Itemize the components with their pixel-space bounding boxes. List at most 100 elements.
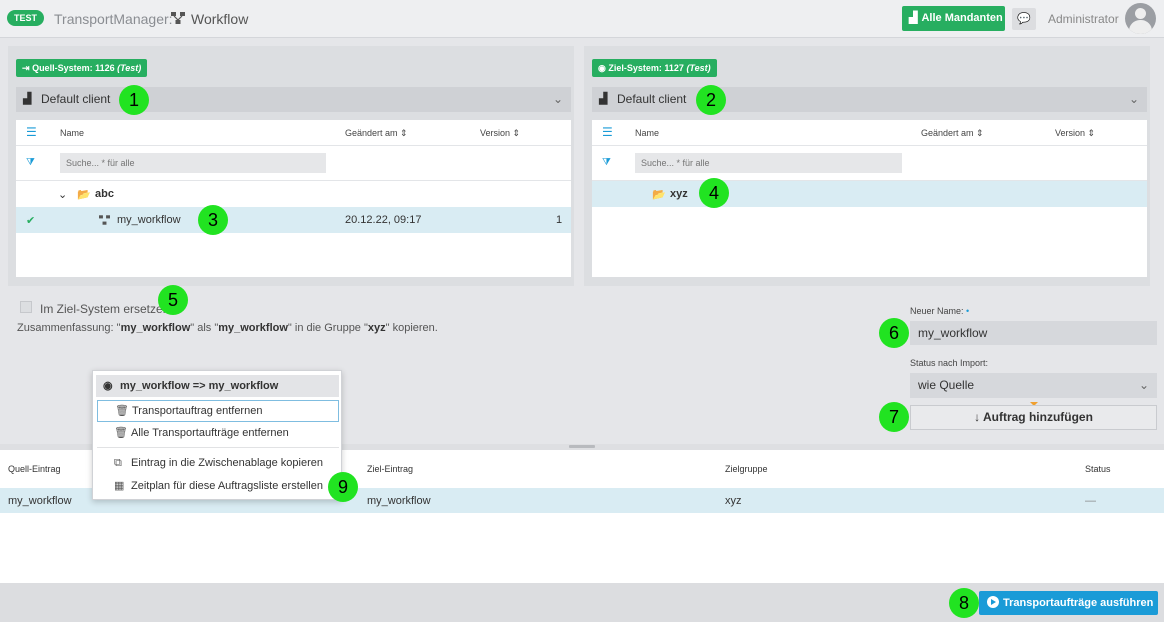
- marker-6: 6: [879, 318, 909, 348]
- marker-1: 1: [119, 85, 149, 115]
- check-icon: ✔: [26, 215, 36, 227]
- column-changed[interactable]: Geändert am ⇕: [345, 128, 408, 139]
- chevron-down-icon: ⌄: [1138, 378, 1149, 392]
- context-menu-title: ◉ my_workflow => my_workflow: [96, 375, 339, 397]
- menu-separator: [97, 447, 339, 448]
- target-table: ☰ Name Geändert am ⇕ Version ⇕ ⧩ 📂 xyz: [592, 120, 1147, 277]
- column-menu-icon[interactable]: ☰: [26, 125, 37, 139]
- source-system-suffix: (Test): [117, 63, 142, 73]
- source-panel: ⇥ Quell-System: 1126 (Test) ▟ Default cl…: [8, 46, 574, 286]
- filter-row: ⧩: [592, 146, 1147, 181]
- new-name-input[interactable]: [910, 321, 1157, 345]
- filter-icon[interactable]: ⧩: [26, 157, 35, 168]
- column-version[interactable]: Version ⇕: [1055, 128, 1095, 139]
- avatar[interactable]: [1125, 3, 1156, 34]
- source-system-label: Quell-System: 1126: [32, 63, 115, 73]
- chat-icon: 💬: [1017, 13, 1031, 25]
- job-status: —: [1085, 495, 1096, 507]
- table-header: ☰ Name Geändert am ⇕ Version ⇕: [592, 120, 1147, 146]
- table-row[interactable]: ✔ my_workflow 20.12.22, 09:17 1: [16, 207, 571, 233]
- item-name: my_workflow: [117, 214, 181, 226]
- target-search-input[interactable]: [635, 153, 902, 173]
- column-name[interactable]: Name: [60, 128, 84, 138]
- export-icon: ⇥: [22, 63, 30, 73]
- chevron-down-icon[interactable]: ⌄: [58, 188, 67, 201]
- job-group: xyz: [725, 495, 742, 507]
- chevron-down-icon: ⌄: [552, 92, 563, 106]
- summary-text: Zusammenfassung: "my_workflow" als "my_w…: [17, 322, 438, 334]
- user-name[interactable]: Administrator: [1048, 12, 1119, 26]
- source-table: ☰ Name Geändert am ⇕ Version ⇕ ⧩ ⌄ 📂 abc…: [16, 120, 571, 277]
- marker-5: 5: [158, 285, 188, 315]
- item-changed: 20.12.22, 09:17: [345, 214, 422, 226]
- column-version[interactable]: Version ⇕: [480, 128, 520, 139]
- add-job-button[interactable]: ↓ Auftrag hinzufügen: [910, 405, 1157, 430]
- filter-icon[interactable]: ⧩: [602, 157, 611, 168]
- target-client-select[interactable]: ▟ Default client ⌄: [592, 87, 1147, 112]
- play-icon: [987, 596, 999, 608]
- status-value: wie Quelle: [918, 378, 975, 392]
- all-clients-button[interactable]: ▟ Alle Mandanten: [902, 6, 1005, 31]
- source-search-input[interactable]: [60, 153, 326, 173]
- chat-button[interactable]: 💬: [1012, 8, 1036, 30]
- tree-group-row[interactable]: 📂 xyz: [592, 181, 1147, 207]
- job-target: my_workflow: [367, 495, 431, 507]
- all-clients-label: Alle Mandanten: [921, 12, 1003, 24]
- replace-checkbox[interactable]: [20, 301, 32, 313]
- column-menu-icon[interactable]: ☰: [602, 125, 613, 139]
- trash-icon: 🗑: [114, 427, 128, 439]
- splitter-grip[interactable]: [569, 445, 595, 448]
- app-title: TransportManager:: [54, 11, 173, 27]
- column-changed[interactable]: Geändert am ⇕: [921, 128, 984, 139]
- target-system-tag: ◉ Ziel-System: 1127 (Test): [592, 59, 717, 77]
- folder-open-icon: 📂: [77, 189, 91, 201]
- trash-icon: 🗑: [115, 405, 129, 417]
- column-target[interactable]: Ziel-Eintrag: [367, 464, 413, 474]
- source-client-select[interactable]: ▟ Default client ⌄: [16, 87, 571, 112]
- marker-2: 2: [696, 85, 726, 115]
- target-system-suffix: (Test): [686, 63, 711, 73]
- table-header: ☰ Name Geändert am ⇕ Version ⇕: [16, 120, 571, 146]
- marker-3: 3: [198, 205, 228, 235]
- replace-label[interactable]: Im Ziel-System ersetzen: [40, 302, 169, 316]
- factory-icon: ▟: [909, 12, 918, 24]
- menu-item-copy-clipboard[interactable]: ⧉ Eintrag in die Zwischenablage kopieren: [97, 452, 339, 474]
- menu-item-remove-all-jobs[interactable]: 🗑 Alle Transportaufträge entfernen: [97, 422, 339, 444]
- factory-icon: ▟: [599, 93, 608, 105]
- column-source[interactable]: Quell-Eintrag: [8, 464, 61, 474]
- menu-item-remove-job[interactable]: 🗑 Transportauftrag entfernen: [97, 400, 339, 422]
- marker-7: 7: [879, 402, 909, 432]
- column-group[interactable]: Zielgruppe: [725, 464, 768, 474]
- workflow-icon: [171, 12, 185, 24]
- top-bar: TEST TransportManager: Workflow ▟ Alle Ma…: [0, 0, 1164, 38]
- factory-icon: ▟: [23, 93, 32, 105]
- group-name: xyz: [670, 188, 688, 200]
- source-client-value: Default client: [41, 92, 111, 106]
- tree-group-row[interactable]: ⌄ 📂 abc: [16, 181, 571, 207]
- target-icon: ◉: [103, 380, 113, 392]
- add-job-label: Auftrag hinzufügen: [982, 410, 1093, 424]
- status-label: Status nach Import:: [910, 358, 989, 368]
- context-menu: ◉ my_workflow => my_workflow 🗑 Transporta…: [92, 370, 342, 500]
- run-jobs-button[interactable]: Transportaufträge ausführen: [979, 591, 1158, 615]
- filter-row: ⧩: [16, 146, 571, 181]
- column-name[interactable]: Name: [635, 128, 659, 138]
- job-source: my_workflow: [8, 495, 72, 507]
- target-panel: ◉ Ziel-System: 1127 (Test) ▟ Default cli…: [584, 46, 1150, 286]
- chevron-down-icon: ⌄: [1128, 92, 1139, 106]
- marker-4: 4: [699, 178, 729, 208]
- status-select[interactable]: wie Quelle ⌄: [910, 373, 1157, 398]
- target-client-value: Default client: [617, 92, 687, 106]
- marker-8: 8: [949, 588, 979, 618]
- column-status[interactable]: Status: [1085, 464, 1111, 474]
- run-jobs-label: Transportaufträge ausführen: [1003, 597, 1154, 609]
- marker-9: 9: [328, 472, 358, 502]
- item-version: 1: [556, 214, 563, 226]
- target-icon: ◉: [598, 63, 606, 73]
- folder-open-icon: 📂: [652, 189, 666, 201]
- source-system-tag: ⇥ Quell-System: 1126 (Test): [16, 59, 148, 77]
- page-title: Workflow: [191, 11, 249, 27]
- workflow-icon: [99, 215, 110, 225]
- menu-item-create-schedule[interactable]: ▦ Zeitplan für diese Auftragsliste erstel…: [97, 475, 339, 497]
- new-name-label: Neuer Name: •: [910, 306, 970, 316]
